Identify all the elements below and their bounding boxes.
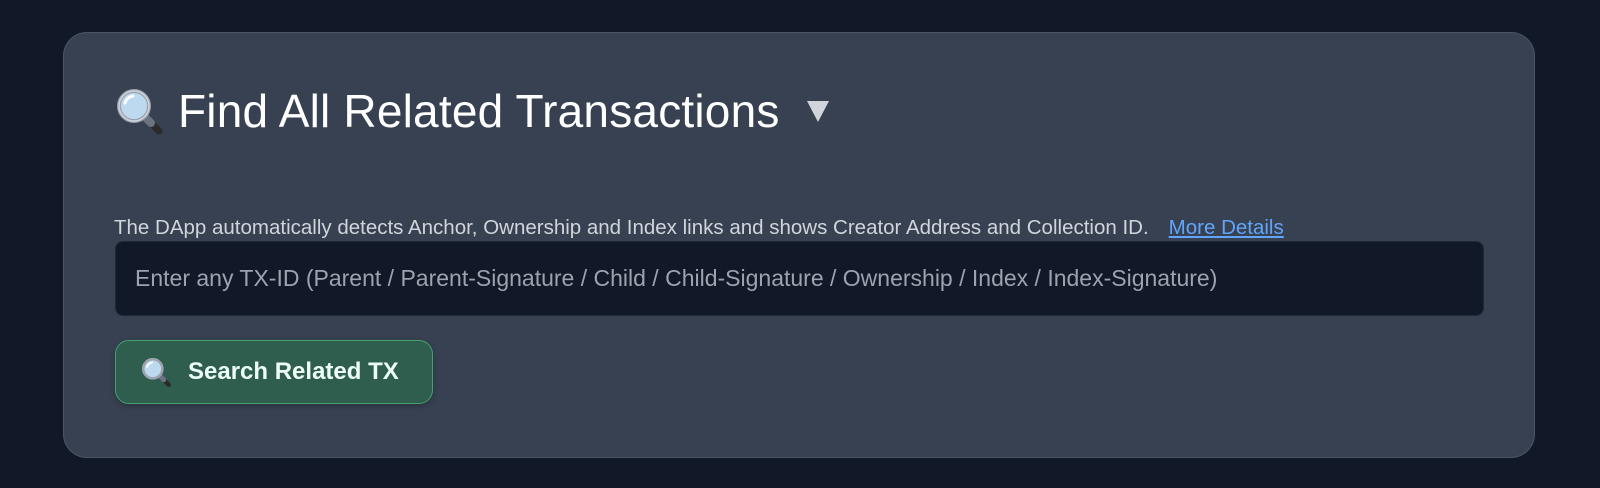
description-row: The DApp automatically detects Anchor, O… <box>114 216 1284 240</box>
magnifying-glass-icon <box>140 356 172 388</box>
search-related-tx-button[interactable]: Search Related TX <box>115 340 433 404</box>
triangle-down-icon <box>806 101 829 122</box>
more-details-link[interactable]: More Details <box>1169 216 1284 240</box>
description-text: The DApp automatically detects Anchor, O… <box>114 216 1149 239</box>
magnifying-glass-icon <box>114 86 164 136</box>
card-title: Find All Related Transactions <box>178 85 780 137</box>
tx-id-input[interactable] <box>115 241 1484 316</box>
card-header: Find All Related Transactions <box>114 83 832 139</box>
related-transactions-card: Find All Related Transactions The DApp a… <box>63 32 1535 458</box>
search-button-label: Search Related TX <box>188 358 399 385</box>
collapse-toggle[interactable] <box>804 97 832 125</box>
